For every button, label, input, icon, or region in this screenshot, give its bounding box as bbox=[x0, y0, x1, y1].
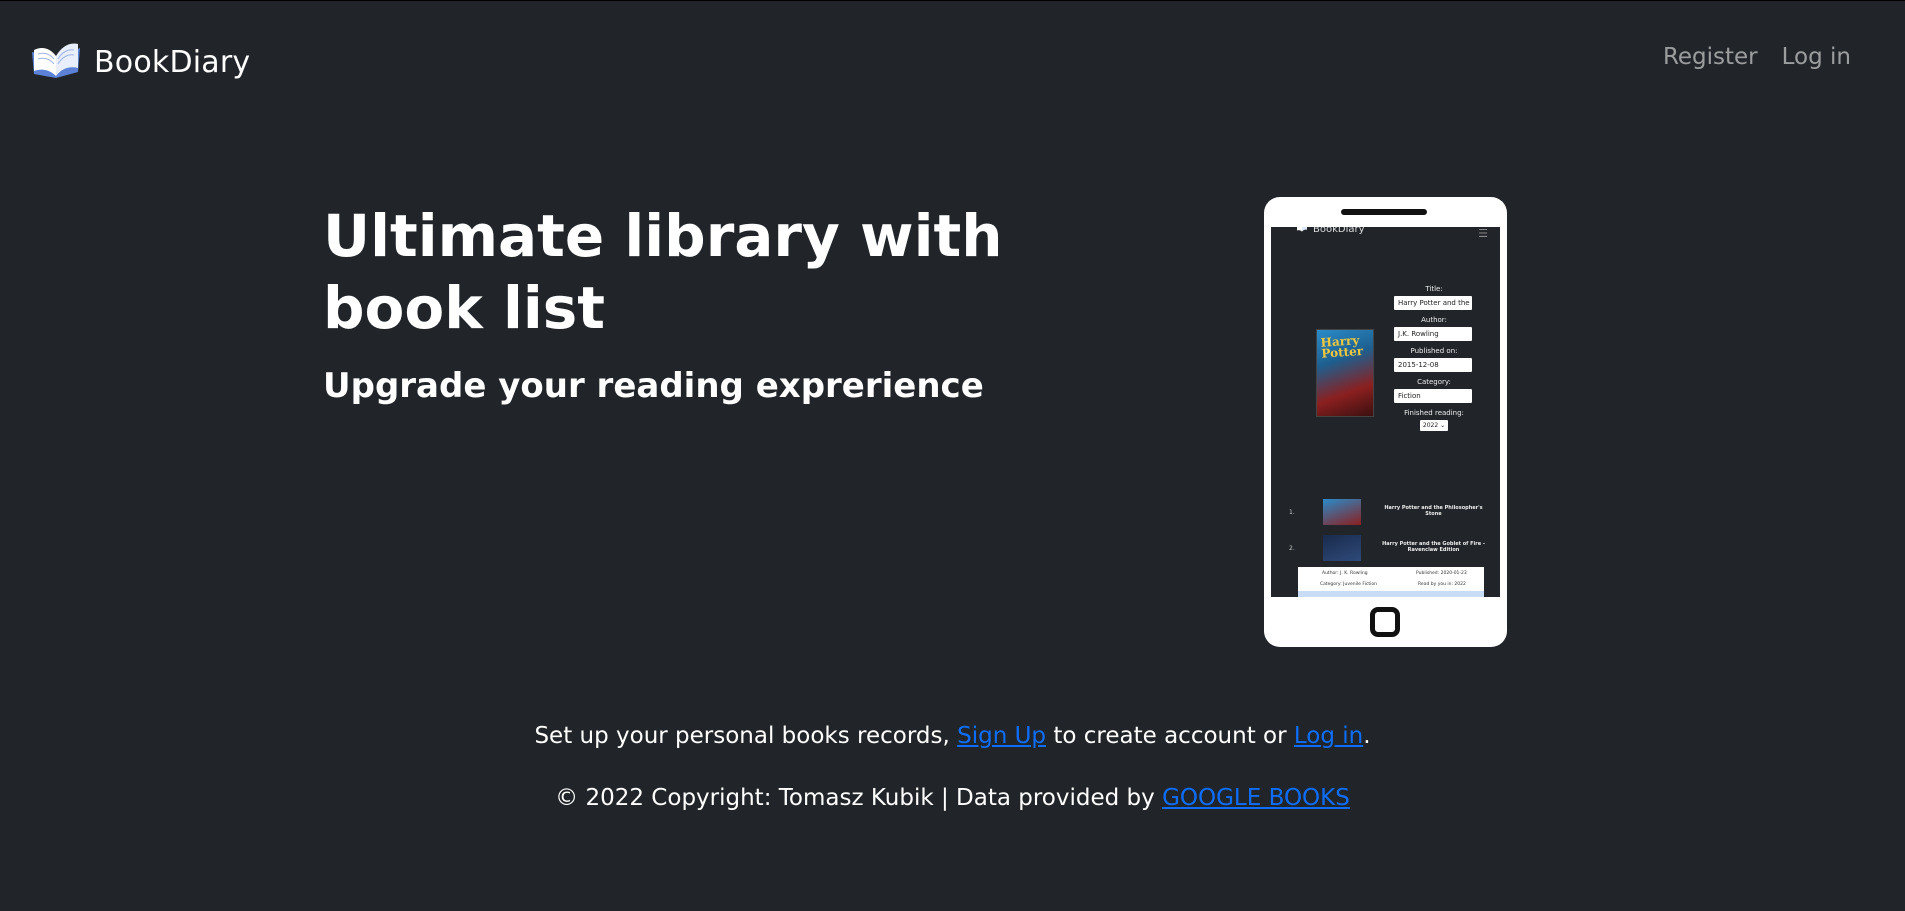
book-thumbnail bbox=[1323, 499, 1361, 525]
cta-text-before: Set up your personal books records, bbox=[534, 723, 958, 749]
google-books-link[interactable]: GOOGLE BOOKS bbox=[1162, 785, 1350, 811]
list-item-title: Harry Potter and the Philosopher's Stone bbox=[1384, 505, 1483, 517]
list-item: 1. Harry Potter and the Philosopher's St… bbox=[1271, 495, 1500, 531]
list-item-number: 1. bbox=[1289, 509, 1295, 516]
hamburger-menu-icon: ☰ bbox=[1478, 227, 1488, 240]
copyright-text: © 2022 Copyright: Tomasz Kubik | Data pr… bbox=[555, 785, 1163, 811]
list-item-number: 2. bbox=[1289, 545, 1295, 552]
detail-author: Author: J. K. Rowling bbox=[1322, 571, 1368, 576]
open-book-icon bbox=[28, 38, 84, 86]
category-field: Fiction bbox=[1394, 389, 1472, 403]
mockup-book-form: Title: Harry Potter and the Philosopher'… bbox=[1394, 279, 1474, 431]
footer: © 2022 Copyright: Tomasz Kubik | Data pr… bbox=[0, 785, 1905, 811]
book-cover-image: Harry Potter bbox=[1316, 329, 1374, 417]
hero-subtitle: Upgrade your reading exprerience bbox=[323, 366, 984, 406]
published-field: 2015-12-08 bbox=[1394, 358, 1472, 372]
mockup-book-list: 1. Harry Potter and the Philosopher's St… bbox=[1271, 495, 1500, 567]
mockup-book-details: Author: J. K. Rowling Published: 2020-01… bbox=[1298, 567, 1484, 597]
detail-published: Published: 2020-01-23 bbox=[1416, 571, 1467, 576]
detail-read: Read by you in: 2022 bbox=[1418, 582, 1466, 587]
open-book-icon bbox=[1295, 227, 1309, 236]
register-link[interactable]: Register bbox=[1663, 44, 1758, 70]
detail-category: Category: Juvenile Fiction bbox=[1320, 582, 1377, 587]
list-item: 2. Harry Potter and the Goblet of Fire -… bbox=[1271, 531, 1500, 567]
finished-select: 2022 ⌄ bbox=[1420, 420, 1448, 431]
login-link[interactable]: Log in bbox=[1782, 44, 1851, 70]
book-thumbnail bbox=[1323, 535, 1361, 561]
cta-text-middle: to create account or bbox=[1046, 723, 1294, 749]
author-label: Author: bbox=[1421, 316, 1447, 324]
brand-name: BookDiary bbox=[94, 44, 251, 80]
signup-link[interactable]: Sign Up bbox=[957, 723, 1046, 749]
detail-highlight-bar bbox=[1298, 591, 1484, 597]
phone-home-button bbox=[1370, 607, 1400, 637]
cover-title: Harry Potter bbox=[1320, 333, 1364, 361]
title-label: Title: bbox=[1425, 285, 1443, 293]
cta-text-after: . bbox=[1363, 723, 1371, 749]
navbar: BookDiary Register Log in bbox=[0, 0, 1905, 120]
finished-select-value: 2022 bbox=[1422, 422, 1439, 429]
author-field: J.K. Rowling bbox=[1394, 327, 1472, 341]
list-item-title: Harry Potter and the Goblet of Fire - Ra… bbox=[1382, 541, 1485, 553]
cta-login-link[interactable]: Log in bbox=[1294, 723, 1363, 749]
finished-label: Finished reading: bbox=[1404, 409, 1464, 417]
mockup-brand-name: BookDiary bbox=[1313, 227, 1365, 235]
published-label: Published on: bbox=[1410, 347, 1458, 355]
call-to-action: Set up your personal books records, Sign… bbox=[0, 723, 1905, 749]
brand-link[interactable]: BookDiary bbox=[28, 38, 250, 86]
nav-links: Register Log in bbox=[1663, 44, 1851, 70]
phone-screen: BookDiary ☰ Harry Potter Title: Harry Po… bbox=[1271, 227, 1500, 597]
category-label: Category: bbox=[1417, 378, 1451, 386]
title-field: Harry Potter and the Philosopher's Stone bbox=[1394, 296, 1472, 310]
phone-speaker bbox=[1341, 209, 1427, 215]
hero-title: Ultimate library with book list bbox=[323, 202, 1003, 342]
mockup-brand: BookDiary bbox=[1295, 227, 1365, 236]
phone-mockup: BookDiary ☰ Harry Potter Title: Harry Po… bbox=[1264, 197, 1507, 647]
